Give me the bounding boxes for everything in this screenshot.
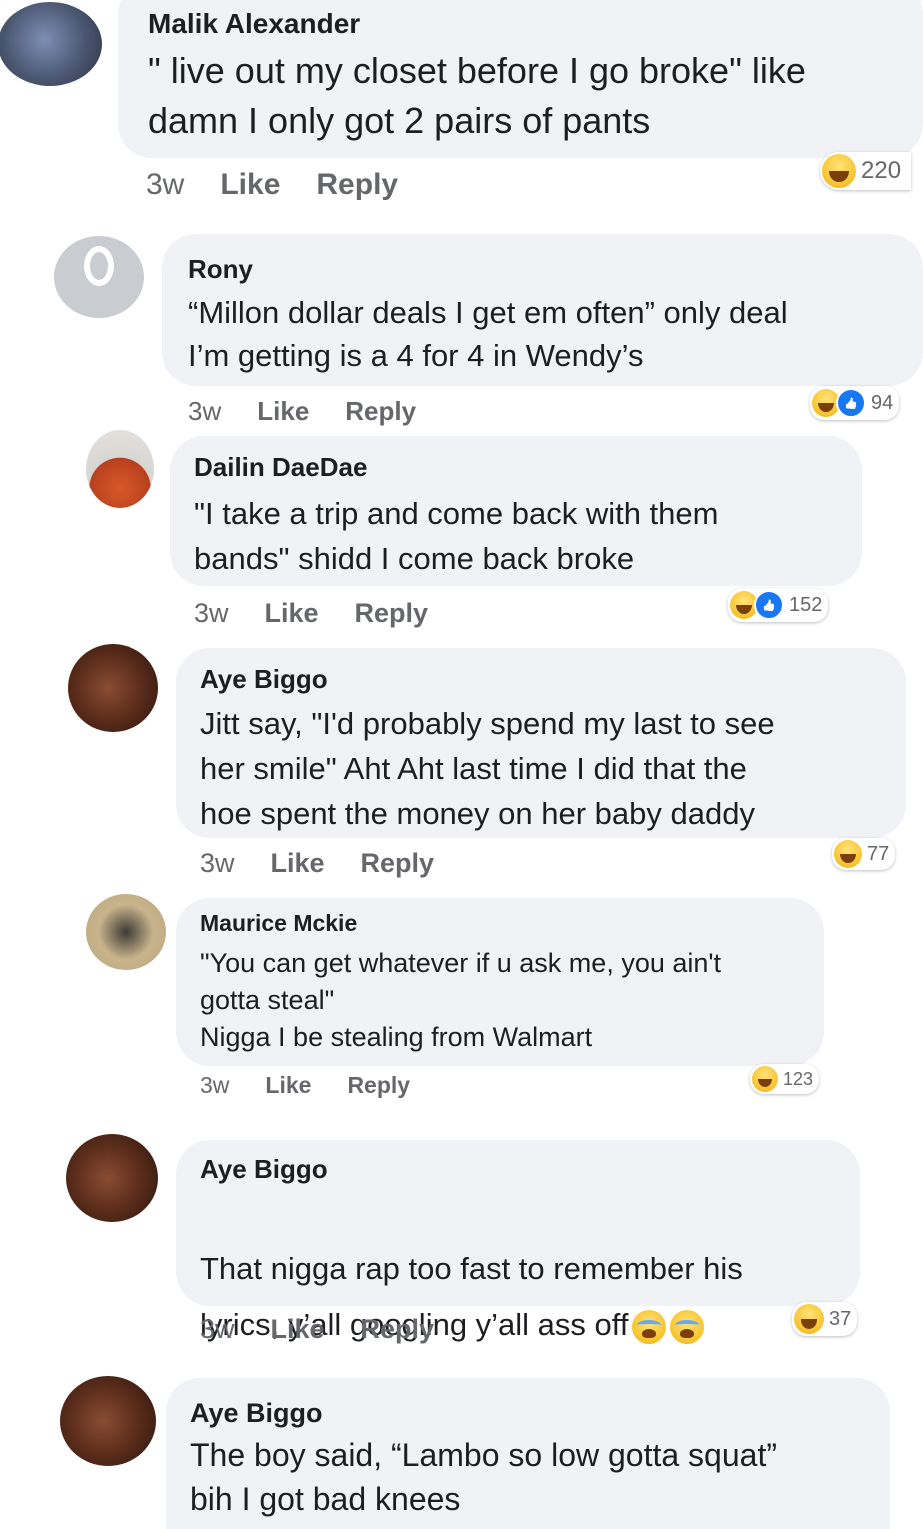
reaction-summary[interactable]: 77 (832, 838, 896, 870)
comment-actions: 3w Like Reply (200, 848, 470, 879)
reaction-summary[interactable]: 123 (750, 1064, 820, 1094)
comment-bubble: Rony “Millon dollar deals I get em often… (162, 234, 923, 386)
reply-button[interactable]: Reply (347, 1072, 410, 1099)
comment-actions: 3w Like Reply (200, 1314, 470, 1345)
reaction-count: 37 (829, 1307, 852, 1330)
comment-author[interactable]: Aye Biggo (200, 1154, 860, 1185)
comment-text: The boy said, “Lambo so low gotta squat”… (190, 1437, 777, 1517)
comment-time[interactable]: 3w (200, 1072, 229, 1099)
like-icon (836, 388, 866, 418)
haha-icon (822, 154, 856, 188)
comment-text: Jitt say, "I'd probably spend my last to… (200, 706, 775, 831)
reaction-count: 220 (861, 157, 902, 184)
comment-author[interactable]: Maurice Mckie (200, 910, 824, 937)
comment-text: "You can get whatever if u ask me, you a… (200, 948, 722, 1052)
like-button[interactable]: Like (271, 848, 325, 879)
comment-author[interactable]: Dailin DaeDae (194, 452, 862, 483)
comment-author[interactable]: Aye Biggo (190, 1398, 890, 1429)
default-avatar-icon (84, 246, 114, 286)
reaction-count: 77 (867, 842, 890, 865)
comment-time[interactable]: 3w (146, 168, 184, 202)
comment-actions: 3w Like Reply (194, 598, 464, 629)
comment-time[interactable]: 3w (200, 848, 235, 879)
like-button[interactable]: Like (265, 1072, 311, 1099)
like-icon (754, 590, 784, 620)
comment-bubble: Maurice Mckie "You can get whatever if u… (176, 898, 824, 1066)
comment-actions: 3w Like Reply (146, 168, 434, 202)
comment-author[interactable]: Malik Alexander (148, 8, 923, 40)
reaction-summary[interactable]: 37 (792, 1302, 858, 1336)
like-button[interactable]: Like (257, 396, 309, 427)
reaction-summary[interactable]: 152 (728, 588, 829, 622)
reaction-count: 152 (789, 593, 823, 616)
haha-icon (752, 1066, 778, 1092)
comment-bubble: Aye Biggo That nigga rap too fast to rem… (176, 1140, 860, 1344)
comment-time[interactable]: 3w (188, 396, 221, 427)
haha-icon (794, 1304, 824, 1334)
comment-text: “Millon dollar deals I get em often” onl… (188, 295, 788, 373)
crying-laughing-icon (670, 1309, 705, 1344)
crying-laughing-icon (632, 1309, 667, 1344)
reply-button[interactable]: Reply (361, 1314, 435, 1345)
comment-author[interactable]: Rony (188, 254, 923, 285)
comment-time[interactable]: 3w (200, 1314, 235, 1345)
reply-button[interactable]: Reply (345, 396, 416, 427)
comment-actions: 3w Like Reply (188, 396, 452, 427)
reply-button[interactable]: Reply (355, 598, 429, 629)
like-button[interactable]: Like (265, 598, 319, 629)
avatar[interactable] (54, 236, 144, 318)
comment-author[interactable]: Aye Biggo (200, 664, 906, 695)
comment-text: " live out my closet before I go broke" … (148, 50, 806, 141)
avatar[interactable] (86, 894, 166, 970)
like-button[interactable]: Like (271, 1314, 325, 1345)
avatar[interactable] (0, 2, 102, 86)
reaction-count: 123 (783, 1068, 814, 1089)
reaction-summary[interactable]: 220 (820, 152, 912, 190)
reaction-summary[interactable]: 94 (810, 386, 900, 420)
avatar[interactable] (66, 1134, 158, 1222)
comment-bubble: Aye Biggo Jitt say, "I'd probably spend … (176, 648, 906, 838)
reaction-count: 94 (871, 391, 894, 414)
reply-button[interactable]: Reply (316, 168, 398, 202)
comment-text: "I take a trip and come back with them b… (194, 496, 719, 576)
haha-icon (834, 840, 862, 868)
comment-time[interactable]: 3w (194, 598, 229, 629)
avatar[interactable] (60, 1376, 156, 1466)
reply-button[interactable]: Reply (361, 848, 435, 879)
comment-bubble: Aye Biggo The boy said, “Lambo so low go… (166, 1378, 890, 1529)
like-button[interactable]: Like (220, 168, 280, 202)
comment-actions: 3w Like Reply (200, 1072, 446, 1099)
comment-bubble: Malik Alexander " live out my closet bef… (118, 0, 923, 158)
avatar[interactable] (68, 644, 158, 732)
comment-bubble: Dailin DaeDae "I take a trip and come ba… (170, 436, 862, 586)
avatar[interactable] (86, 430, 154, 508)
